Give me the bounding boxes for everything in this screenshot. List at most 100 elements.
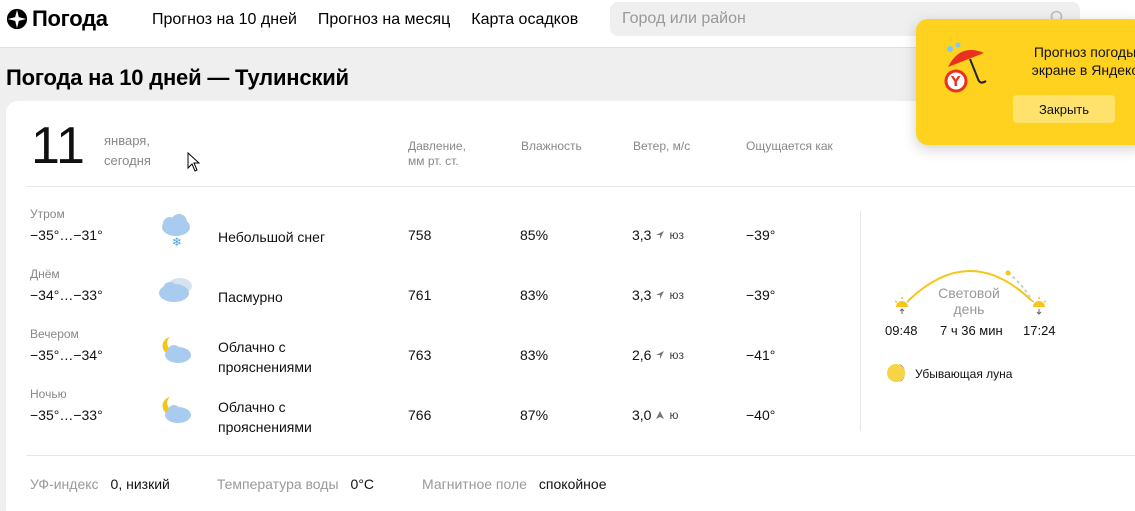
popup-line2: экране в Яндекс <box>1031 62 1135 78</box>
condition-text: Пасмурно <box>218 289 283 305</box>
col-pressure: Давление, мм рт. ст. <box>408 139 466 169</box>
day-number: 11 <box>31 117 85 175</box>
humidity-value: 83% <box>520 347 549 363</box>
forecast-card: 11 января, сегодня Давление, мм рт. ст. … <box>6 101 1135 511</box>
moon-phase-text: Убывающая луна <box>915 367 1013 381</box>
water-temp-value: 0°C <box>350 476 375 492</box>
wind-speed: 3,3 <box>632 287 652 303</box>
part-label: Вечером <box>30 327 79 341</box>
daylight-label-line2: день <box>953 301 985 317</box>
condition-text: Облачно с прояснениями <box>218 337 312 377</box>
uv-value: 0, низкий <box>110 476 170 492</box>
condition-line1: Облачно с <box>218 339 286 355</box>
wind-direction: юз <box>669 348 684 362</box>
part-temp: −35°…−34° <box>30 347 103 363</box>
wind-direction: юз <box>669 228 684 242</box>
feels-value: −41° <box>746 347 776 363</box>
table-row: Утром −35°…−31° ❄ Небольшой снег 758 85%… <box>6 207 846 267</box>
sunrise-time: 09:48 <box>885 323 918 338</box>
sunset-time: 17:24 <box>1023 323 1056 338</box>
humidity-value: 87% <box>520 407 549 423</box>
feels-value: −39° <box>746 227 776 243</box>
table-row: Ночью −35°…−33° Облачно с прояснениями 7… <box>6 387 846 447</box>
extra-info: УФ-индекс 0, низкий Температура воды 0°C… <box>30 476 606 492</box>
table-row: Днём −34°…−33° Пасмурно 761 83% 3,3 юз −… <box>6 267 846 327</box>
wind-arrow-up-icon <box>656 411 665 419</box>
col-pressure-line2: мм рт. ст. <box>408 154 459 168</box>
part-label: Днём <box>30 267 60 281</box>
wind-value: 3,0 ю <box>632 407 678 423</box>
svg-text:❄: ❄ <box>172 235 182 247</box>
svg-text:Y: Y <box>950 75 961 90</box>
page-title: Погода на 10 дней — Тулинский <box>6 65 349 90</box>
water-temp-label: Температура воды <box>216 476 339 492</box>
col-feels: Ощущается как <box>746 139 833 153</box>
sunrise-icon <box>894 297 910 314</box>
day-label: сегодня <box>104 153 151 168</box>
logo-text: Погода <box>32 6 108 31</box>
umbrella-browser-icon: Y <box>944 42 987 93</box>
condition-text: Облачно с прояснениями <box>218 397 312 437</box>
feels-value: −39° <box>746 287 776 303</box>
logo-link[interactable]: Погода <box>6 6 108 32</box>
wind-arrow-icon <box>656 291 665 299</box>
moon-cloud-icon <box>162 397 191 423</box>
part-label: Ночью <box>30 387 67 401</box>
daylight-label: Световой день <box>934 285 1004 317</box>
condition-line2: прояснениями <box>218 419 312 435</box>
browser-promo-popup: Y Прогноз погоды экране в Яндекс Закрыть <box>916 19 1135 145</box>
nav-10-days[interactable]: Прогноз на 10 дней <box>152 11 297 29</box>
part-temp: −35°…−33° <box>30 407 103 423</box>
magnetic-label: Магнитное поле <box>422 476 527 492</box>
condition-line2: прояснениями <box>218 359 312 375</box>
wind-arrow-icon <box>656 351 665 359</box>
uv-label: УФ-индекс <box>30 476 99 492</box>
bottom-divider <box>26 455 1135 456</box>
wind-value: 3,3 юз <box>632 227 684 243</box>
moon-cloud-icon <box>162 337 191 363</box>
logo-icon <box>6 8 28 30</box>
col-wind: Ветер, м/с <box>633 139 691 153</box>
pressure-value: 758 <box>408 227 432 243</box>
overcast-icon <box>159 278 192 302</box>
humidity-value: 83% <box>520 287 549 303</box>
wind-speed: 2,6 <box>632 347 652 363</box>
day-subtitle: января, сегодня <box>104 131 151 171</box>
moon-phase-icon <box>887 364 906 382</box>
wind-value: 3,3 юз <box>632 287 684 303</box>
feels-value: −40° <box>746 407 776 423</box>
popup-message: Прогноз погоды экране в Яндекс <box>1020 43 1135 79</box>
wind-value: 2,6 юз <box>632 347 684 363</box>
close-button[interactable]: Закрыть <box>1013 95 1115 123</box>
condition-text: Небольшой снег <box>218 229 326 245</box>
popup-line1: Прогноз погоды <box>1033 44 1135 60</box>
nav-month[interactable]: Прогноз на месяц <box>318 11 450 29</box>
sun-divider <box>860 211 861 431</box>
wind-direction: юз <box>669 288 684 302</box>
magnetic-value: спокойное <box>538 476 607 492</box>
pressure-value: 763 <box>408 347 432 363</box>
part-temp: −35°…−31° <box>30 227 103 243</box>
table-row: Вечером −35°…−34° Облачно с прояснениями… <box>6 327 846 387</box>
day-month: января, <box>104 133 150 148</box>
wind-speed: 3,0 <box>632 407 652 423</box>
pressure-value: 766 <box>408 407 432 423</box>
sunset-icon <box>1031 297 1047 315</box>
part-temp: −34°…−33° <box>30 287 103 303</box>
condition-line1: Облачно с <box>218 399 286 415</box>
wind-direction: ю <box>669 408 679 422</box>
wind-speed: 3,3 <box>632 227 652 243</box>
daylight-label-line1: Световой <box>938 285 1000 301</box>
nav-precip-map[interactable]: Карта осадков <box>471 11 578 29</box>
part-label: Утром <box>30 207 65 221</box>
daylight-duration: 7 ч 36 мин <box>940 323 1003 338</box>
humidity-value: 85% <box>520 227 549 243</box>
mouse-cursor-icon <box>187 152 201 172</box>
col-pressure-line1: Давление, <box>408 139 466 153</box>
col-humidity: Влажность <box>521 139 582 153</box>
cloud-snow-icon: ❄ <box>162 214 190 247</box>
wind-arrow-icon <box>656 231 665 239</box>
pressure-value: 761 <box>408 287 432 303</box>
main-nav: Прогноз на 10 дней Прогноз на месяц Карт… <box>152 11 578 29</box>
header-divider <box>26 186 1135 187</box>
